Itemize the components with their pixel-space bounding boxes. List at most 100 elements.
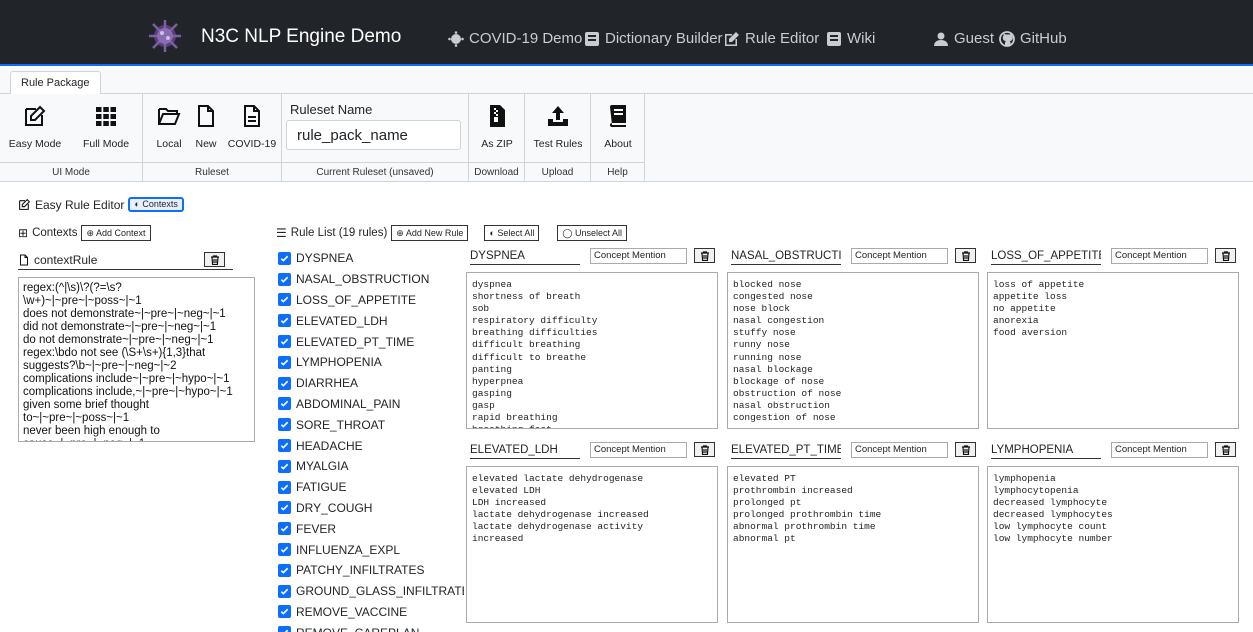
nav-wiki[interactable]: Wiki [826,30,875,47]
add-new-rule-button[interactable]: ⊕ Add New Rule [391,225,469,241]
about-button[interactable]: About [594,104,642,150]
checkbox-checked-icon[interactable] [278,605,291,619]
toggle-icon: ◐ [134,199,140,209]
rule-card-header: LYMPHOPENIA Concept Mention [987,442,1239,462]
context-rules-textarea[interactable]: regex:(^|\s)\?(?=\s? \w+)~|~pre~|~poss~|… [18,277,255,442]
rule-name-field[interactable]: LYMPHOPENIA [991,442,1101,459]
rule-list-item[interactable]: DYSPNEA [278,248,464,269]
easy-mode-button[interactable]: Easy Mode [2,104,68,150]
rule-list-item[interactable]: NASAL_OBSTRUCTION [278,269,464,290]
rule-list-item[interactable]: FATIGUE [278,477,464,498]
nav-covid-demo[interactable]: COVID-19 Demo [448,30,582,47]
rule-list-item[interactable]: PATCHY_INFILTRATES [278,560,464,581]
rule-type-select[interactable]: Concept Mention [851,442,948,458]
rule-terms-textarea[interactable]: dyspnea shortness of breath sob respirat… [466,272,718,429]
nav-covid-demo-label: COVID-19 Demo [469,30,583,47]
delete-rule-button[interactable] [955,248,976,263]
checkbox-checked-icon[interactable] [278,501,291,515]
rule-name-field[interactable]: NASAL_OBSTRUCTIC [731,248,841,265]
rule-list-item[interactable]: REMOVE_CAREPLAN [278,622,464,632]
rule-list-item[interactable]: MYALGIA [278,456,464,477]
rule-list-item[interactable]: LYMPHOPENIA [278,352,464,373]
unselect-all-button[interactable]: ◯ Unselect All [557,225,627,241]
checkbox-checked-icon[interactable] [278,293,291,307]
brand-title[interactable]: N3C NLP Engine Demo [201,26,401,48]
rule-list-item[interactable]: SORE_THROAT [278,414,464,435]
add-context-button[interactable]: ⊕ Add Context [81,225,151,241]
checkbox-checked-icon[interactable] [278,376,291,390]
rule-list-item-label: NASAL_OBSTRUCTION [296,272,430,287]
rule-terms-textarea[interactable]: loss of appetite appetite loss no appeti… [987,272,1239,429]
rule-list-item[interactable]: HEADACHE [278,435,464,456]
ruleset-name-input[interactable] [286,120,461,150]
download-zip-label: As ZIP [481,138,513,150]
local-button[interactable]: Local [149,104,189,150]
rule-list-item[interactable]: GROUND_GLASS_INFILTRATES [278,581,464,602]
checkbox-checked-icon[interactable] [278,480,291,494]
delete-context-button[interactable] [204,252,225,267]
checkbox-checked-icon[interactable] [278,584,291,598]
checkbox-checked-icon[interactable] [278,459,291,473]
delete-rule-button[interactable] [694,248,715,263]
checkbox-checked-icon[interactable] [278,314,291,328]
checkbox-checked-icon[interactable] [278,522,291,536]
tab-rule-package[interactable]: Rule Package [10,71,101,95]
checkbox-checked-icon[interactable] [278,418,291,432]
checkbox-checked-icon[interactable] [278,335,291,349]
download-zip-button[interactable]: As ZIP [473,104,521,150]
rule-list-item[interactable]: INFLUENZA_EXPL [278,539,464,560]
rule-list-item[interactable]: REMOVE_VACCINE [278,602,464,623]
n3c-logo-icon[interactable] [147,18,183,54]
rule-type-select[interactable]: Concept Mention [590,442,687,458]
checkbox-checked-icon[interactable] [278,439,291,453]
rule-terms-textarea[interactable]: elevated lactate dehydrogenase elevated … [466,466,718,623]
delete-rule-button[interactable] [694,442,715,457]
checkbox-checked-icon[interactable] [278,626,291,632]
rule-name-field[interactable]: ELEVATED_LDH [470,442,580,459]
rule-terms-textarea[interactable]: lymphopenia lymphocytopenia decreased ly… [987,466,1239,623]
rule-name-field[interactable]: LOSS_OF_APPETITE [991,248,1101,265]
rule-name-field[interactable]: DYSPNEA [470,248,580,265]
file-zip-icon [490,105,505,127]
rule-list-item-label: REMOVE_CAREPLAN [296,626,419,632]
nav-guest[interactable]: Guest [933,30,994,47]
checkbox-checked-icon[interactable] [278,251,291,265]
rule-list-item[interactable]: ABDOMINAL_PAIN [278,394,464,415]
nav-dictionary-builder[interactable]: Dictionary Builder [584,30,723,47]
list-icon: ☰ [276,226,287,240]
rule-list-item[interactable]: FEVER [278,518,464,539]
trash-icon [1221,250,1230,261]
rule-list-item-label: ELEVATED_PT_TIME [296,334,415,349]
rule-list-item[interactable]: ELEVATED_LDH [278,310,464,331]
checkbox-checked-icon[interactable] [278,272,291,286]
rule-type-select[interactable]: Concept Mention [590,248,687,264]
checkbox-checked-icon[interactable] [278,355,291,369]
rule-list-item[interactable]: DIARRHEA [278,373,464,394]
rule-type-select[interactable]: Concept Mention [851,248,948,264]
rule-type-select[interactable]: Concept Mention [1111,248,1208,264]
delete-rule-button[interactable] [1215,442,1236,457]
download-group-label: Download [469,162,524,182]
edit-icon [19,198,31,210]
rule-list-item[interactable]: LOSS_OF_APPETITE [278,290,464,311]
rule-terms-textarea[interactable]: blocked nose congested nose nose block n… [727,272,979,429]
rule-type-select[interactable]: Concept Mention [1111,442,1208,458]
delete-rule-button[interactable] [955,442,976,457]
contexts-toggle[interactable]: ◐ Contexts [128,197,184,212]
context-name-field[interactable]: contextRule [18,253,233,270]
rule-terms-textarea[interactable]: elevated PT prothrombin increased prolon… [727,466,979,623]
test-rules-button[interactable]: Test Rules [528,104,588,150]
nav-rule-editor[interactable]: Rule Editor [724,30,819,47]
covid-ruleset-button[interactable]: COVID-19 [225,104,279,150]
delete-rule-button[interactable] [1215,248,1236,263]
checkbox-checked-icon[interactable] [278,397,291,411]
checkbox-checked-icon[interactable] [278,543,291,557]
new-button[interactable]: New [189,104,223,150]
select-all-button[interactable]: ◐ Select All [484,225,540,241]
checkbox-checked-icon[interactable] [278,563,291,577]
rule-list-item[interactable]: DRY_COUGH [278,498,464,519]
full-mode-button[interactable]: Full Mode [70,104,142,150]
rule-name-field[interactable]: ELEVATED_PT_TIME [731,442,841,459]
rule-list-item[interactable]: ELEVATED_PT_TIME [278,331,464,352]
nav-github[interactable]: GitHub [999,30,1067,47]
